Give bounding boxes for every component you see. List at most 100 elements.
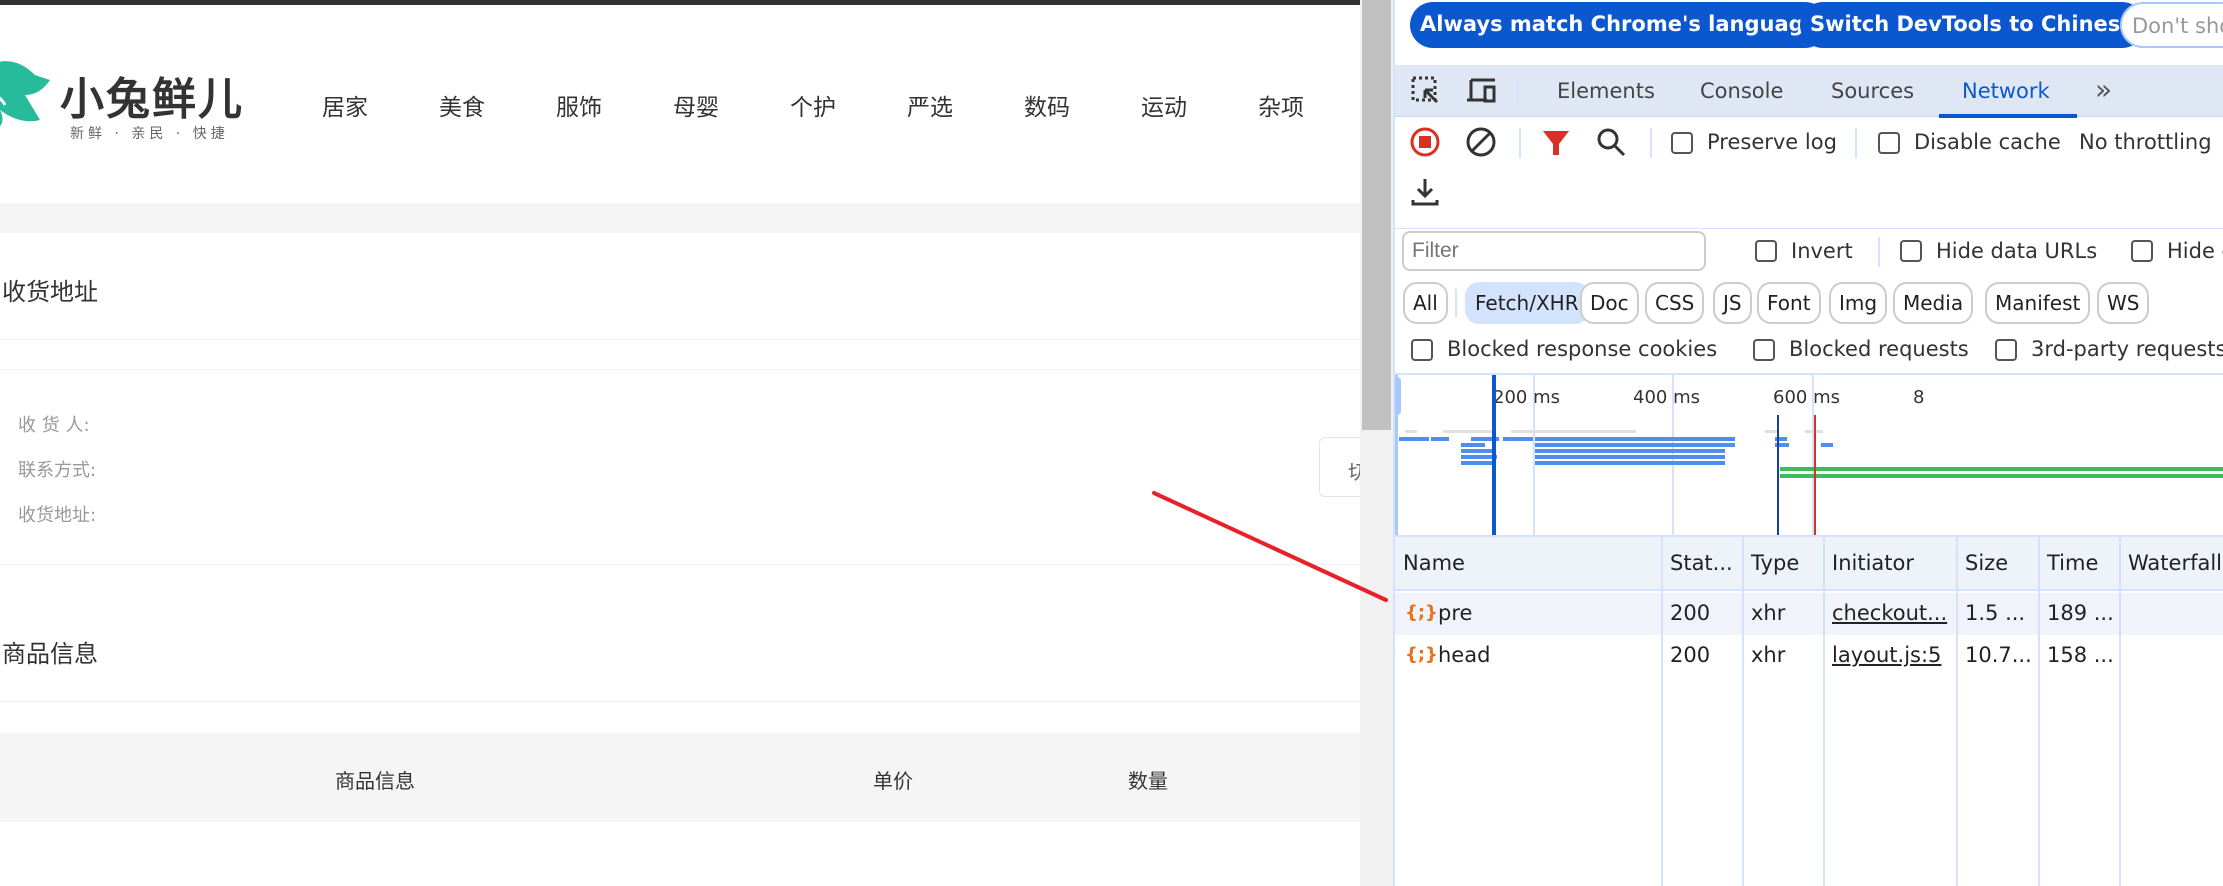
request-name: pre (1438, 601, 1473, 625)
scrollbar-thumb[interactable] (1362, 0, 1391, 430)
nav-item-food[interactable]: 美食 (439, 88, 556, 122)
device-toolbar-icon[interactable] (1465, 75, 1497, 107)
request-row[interactable]: {;} pre 200 xhr checkout... 1.5 ... 189 … (1395, 593, 2223, 635)
nav-item-digital[interactable]: 数码 (1024, 88, 1141, 122)
third-party-requests-checkbox[interactable] (1995, 339, 2017, 361)
column-status[interactable]: Stat... (1670, 551, 1733, 575)
chip-fetch-xhr[interactable]: Fetch/XHR (1465, 282, 1589, 324)
network-overview[interactable]: 200 ms 400 ms 600 ms 8 (1395, 373, 2223, 535)
switch-chinese-button[interactable]: Switch DevTools to Chinese (1800, 2, 2145, 48)
hide-extension-urls-checkbox[interactable] (2131, 240, 2153, 262)
address-section-title: 收货地址 (2, 278, 98, 306)
disable-cache-label: Disable cache (1914, 130, 2061, 154)
language-infobar: Always match Chrome's language Switch De… (1395, 0, 2223, 60)
divider (0, 701, 1360, 702)
column-type[interactable]: Type (1751, 551, 1799, 575)
chip-css[interactable]: CSS (1645, 282, 1705, 324)
chip-font[interactable]: Font (1757, 282, 1821, 324)
divider (0, 369, 1360, 370)
third-party-requests-label: 3rd-party requests (2031, 337, 2223, 361)
nav-item-home[interactable]: 居家 (322, 88, 439, 122)
request-initiator-link[interactable]: checkout... (1832, 601, 1947, 625)
switch-address-button[interactable]: 切 (1319, 437, 1360, 497)
request-bars (1399, 437, 1833, 465)
network-toolbar: Preserve log Disable cache No throttling (1395, 118, 2223, 228)
nav-item-selected[interactable]: 严选 (907, 88, 1024, 122)
hide-extension-urls-label: Hide e (2167, 239, 2223, 263)
chip-js[interactable]: JS (1713, 282, 1752, 324)
more-tabs-icon[interactable]: » (2095, 73, 2112, 106)
column-initiator[interactable]: Initiator (1832, 551, 1914, 575)
filter-input[interactable] (1402, 231, 1706, 271)
column-waterfall[interactable]: Waterfall (2128, 551, 2222, 575)
chip-ws[interactable]: WS (2097, 282, 2150, 324)
nav-item-baby[interactable]: 母婴 (673, 88, 790, 122)
column-divider[interactable] (1823, 537, 1825, 886)
separator (1855, 128, 1857, 158)
contact-label: 联系方式: (18, 460, 97, 481)
clear-icon[interactable] (1465, 126, 1497, 158)
inspect-element-icon[interactable] (1410, 75, 1442, 107)
chip-manifest[interactable]: Manifest (1985, 282, 2091, 324)
page-scrollbar[interactable] (1360, 0, 1393, 886)
requests-table-header: Name Stat... Type Initiator Size Time Wa… (1395, 537, 2223, 591)
dont-show-again-button[interactable]: Don't sho (2120, 2, 2223, 48)
preserve-log-checkbox[interactable] (1671, 132, 1693, 154)
filter-icon[interactable] (1540, 126, 1572, 158)
stop-recording-icon[interactable] (1409, 126, 1441, 158)
filter-bar: Invert Hide data URLs Hide e All Fetch/X… (1395, 228, 2223, 373)
xhr-icon: {;} (1405, 602, 1438, 623)
blocked-response-cookies-checkbox[interactable] (1411, 339, 1433, 361)
tab-sources[interactable]: Sources (1831, 79, 1914, 103)
column-divider[interactable] (2038, 537, 2040, 886)
goods-table-header: 商品信息 单价 数量 (0, 733, 1360, 822)
tab-network[interactable]: Network (1962, 79, 2050, 103)
column-divider[interactable] (2119, 537, 2121, 886)
nav-item-personal-care[interactable]: 个护 (790, 88, 907, 122)
hide-data-urls-checkbox[interactable] (1900, 240, 1922, 262)
top-bar (0, 0, 1360, 5)
goods-section-title: 商品信息 (2, 640, 98, 668)
column-goods-info: 商品信息 (335, 769, 415, 793)
column-time[interactable]: Time (2047, 551, 2098, 575)
nav-item-misc[interactable]: 杂项 (1258, 88, 1360, 122)
column-divider[interactable] (1742, 537, 1744, 886)
request-initiator-link[interactable]: layout.js:5 (1832, 643, 1941, 667)
dom-content-loaded-marker (1492, 375, 1496, 535)
chip-all[interactable]: All (1403, 282, 1448, 324)
column-divider[interactable] (1661, 537, 1663, 886)
nav-item-apparel[interactable]: 服饰 (556, 88, 673, 122)
chip-img[interactable]: Img (1829, 282, 1888, 324)
column-divider[interactable] (1956, 537, 1958, 886)
devtools-panel: Always match Chrome's language Switch De… (1393, 0, 2223, 886)
search-icon[interactable] (1595, 126, 1627, 158)
export-har-icon[interactable] (1409, 176, 1441, 208)
logo[interactable]: 小兔鲜儿 新鲜 · 亲民 · 快捷 (0, 45, 260, 145)
column-name[interactable]: Name (1403, 551, 1465, 575)
divider (0, 339, 1360, 340)
disable-cache-checkbox[interactable] (1878, 132, 1900, 154)
load-marker-blue (1777, 415, 1779, 535)
download-bars (1780, 467, 2223, 478)
chip-doc[interactable]: Doc (1580, 282, 1639, 324)
tab-console[interactable]: Console (1700, 79, 1783, 103)
separator (1455, 289, 1457, 317)
section-separator (0, 203, 1360, 233)
column-size[interactable]: Size (1965, 551, 2008, 575)
request-size: 10.7... (1965, 643, 2032, 667)
throttling-select[interactable]: No throttling (2079, 130, 2212, 154)
blocked-requests-checkbox[interactable] (1753, 339, 1775, 361)
logo-slogan: 新鲜 · 亲民 · 快捷 (70, 126, 229, 142)
request-name: head (1438, 643, 1491, 667)
match-language-button[interactable]: Always match Chrome's language (1410, 2, 1828, 48)
invert-checkbox[interactable] (1755, 240, 1777, 262)
nav-item-sports[interactable]: 运动 (1141, 88, 1258, 122)
separator (1878, 237, 1880, 267)
separator (1519, 128, 1521, 158)
invert-label: Invert (1791, 239, 1853, 263)
request-time: 158 ... (2047, 643, 2114, 667)
request-row[interactable]: {;} head 200 xhr layout.js:5 10.7... 158… (1395, 635, 2223, 677)
tab-elements[interactable]: Elements (1557, 79, 1655, 103)
chip-media[interactable]: Media (1893, 282, 1974, 324)
preserve-log-label: Preserve log (1707, 130, 1837, 154)
